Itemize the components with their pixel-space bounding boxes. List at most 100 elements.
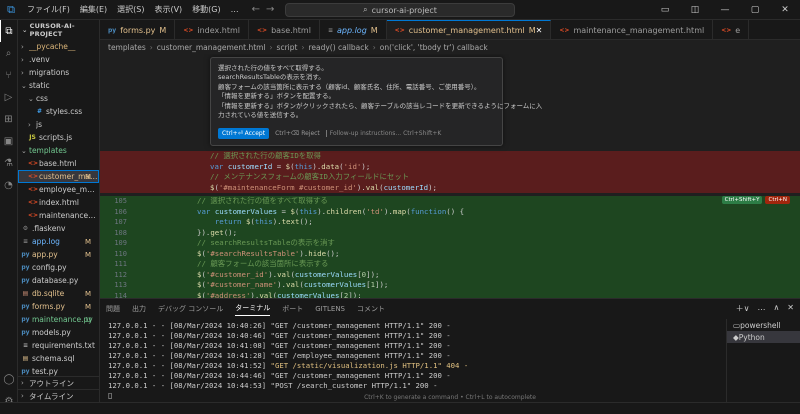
maximize-panel-icon[interactable]: ∧ (773, 303, 779, 314)
prompt-line: 選択された行の値をすべて取得する。 (218, 64, 328, 72)
explorer-icon[interactable]: ⧉ (0, 20, 17, 42)
panel-tab[interactable]: コメント (357, 304, 385, 314)
file-tree-item[interactable]: ≡ app.log M (18, 235, 99, 248)
breadcrumb-item[interactable]: templates (108, 43, 146, 52)
file-tree-item[interactable]: JS scripts.js (18, 131, 99, 144)
file-tree-item[interactable]: py app.py M (18, 248, 99, 261)
file-tree-item[interactable]: ⌄ templates (18, 144, 99, 157)
file-tree-item[interactable]: › __pycache__ (18, 40, 99, 53)
editor-tab[interactable]: <> base.html (249, 20, 320, 39)
account-icon[interactable]: ◯ (0, 368, 18, 390)
followup-input[interactable]: Follow-up instructions... Ctrl+Shift+K (325, 130, 441, 137)
code-line: 113 $('#customer_name').val(customerValue… (100, 280, 800, 291)
reject-button[interactable]: Ctrl+⌫ Reject (275, 130, 320, 137)
layout-icon[interactable]: ▭ (650, 0, 680, 20)
prompt-line: 「情報を更新する」ボタンがクリックされたら、顧客テーブルの該当レコードを更新でき… (218, 101, 543, 110)
editor-tab[interactable]: ≡ app.log M (320, 20, 387, 39)
file-tree-item[interactable]: ▤ schema.sql (18, 352, 99, 365)
file-tree-item[interactable]: ⚙ .flaskenv (18, 222, 99, 235)
file-tree-item[interactable]: <>maintenance_mana... (18, 209, 99, 222)
inline-chat-prompt[interactable]: 選択された行の値をすべて取得する。 searchResultsTableの表示を… (210, 57, 543, 146)
minimize-icon[interactable]: — (710, 0, 740, 20)
new-terminal-icon[interactable]: ＋∨ (736, 303, 750, 314)
breadcrumb: templates › customer_management.html › scrip… (100, 40, 800, 54)
html-file-icon: <> (28, 160, 39, 167)
file-tree-item[interactable]: <> base.html (18, 157, 99, 170)
html-file-icon: <> (394, 27, 405, 34)
command-center-search[interactable]: ⌕ cursor-ai-project (285, 3, 515, 17)
gitlens-icon[interactable]: ◔ (0, 174, 17, 196)
panel-tab[interactable]: ターミナル (235, 303, 271, 316)
editor-tab[interactable]: <> customer_management.html M ✕ (386, 20, 552, 39)
maximize-icon[interactable]: ▢ (740, 0, 770, 20)
outline-section[interactable]: › アウトライン (18, 376, 99, 389)
explorer-sidebar: ⌄ CURSOR-AI-PROJECT › __pycache__ › .venv › m… (18, 20, 100, 414)
panel-tab[interactable]: デバッグ コンソール (158, 304, 223, 314)
editor-tab[interactable]: <> maintenance_management.html (551, 20, 714, 39)
breadcrumb-item[interactable]: script (277, 43, 298, 52)
back-arrow-icon[interactable]: ← (252, 4, 260, 15)
breadcrumb-item[interactable]: customer_management.html (157, 43, 266, 52)
accept-button[interactable]: Ctrl+⏎ Accept (218, 128, 270, 139)
code-line: 110 $('#searchResultsTable').hide(); (100, 248, 800, 259)
breadcrumb-item[interactable]: on('click', 'tbody tr') callback (380, 43, 488, 52)
file-tree-item[interactable]: ⌄ css (18, 92, 99, 105)
code-editor[interactable]: // 選択された行の顧客IDを取得 var customerId = $(this… (100, 54, 800, 298)
editor-tab[interactable]: py forms.py M (100, 20, 176, 39)
terminal-instance[interactable]: ▭ powershell (727, 319, 800, 331)
py-file-icon: py (21, 277, 30, 284)
panel-tab[interactable]: 問題 (106, 304, 120, 314)
menu-file[interactable]: ファイル(F) (22, 4, 75, 15)
menu-more[interactable]: … (226, 5, 244, 14)
explorer-header[interactable]: ⌄ CURSOR-AI-PROJECT (18, 20, 99, 40)
file-tree-item[interactable]: › .venv (18, 53, 99, 66)
accept-diff-badge[interactable]: Ctrl+Shift+Y (721, 196, 763, 204)
file-tree-item[interactable]: py config.py (18, 261, 99, 274)
more-actions-icon[interactable]: … (757, 303, 765, 314)
reject-diff-badge[interactable]: Ctrl+N (765, 196, 790, 204)
menu-edit[interactable]: 編集(E) (75, 4, 112, 15)
file-tree-item[interactable]: ≡ requirements.txt (18, 339, 99, 352)
layout-icon-2[interactable]: ◫ (680, 0, 710, 20)
close-panel-icon[interactable]: ✕ (787, 303, 794, 314)
file-tree-item[interactable]: <> index.html (18, 196, 99, 209)
forward-arrow-icon[interactable]: → (266, 4, 274, 15)
menu-selection[interactable]: 選択(S) (112, 4, 149, 15)
close-icon[interactable]: ✕ (770, 0, 800, 20)
py-file-icon: py (21, 303, 30, 310)
file-tree-item[interactable]: ⌄ static (18, 79, 99, 92)
panel-tab[interactable]: GITLENS (315, 305, 345, 313)
close-tab-icon[interactable]: ✕ (536, 26, 543, 35)
menu-view[interactable]: 表示(V) (149, 4, 187, 15)
panel-tab[interactable]: 出力 (132, 304, 146, 314)
file-tree-item[interactable]: py maintenance.py U (18, 313, 99, 326)
search-view-icon[interactable]: ⌕ (0, 42, 17, 64)
extensions-icon[interactable]: ⊞ (0, 108, 17, 130)
tab-modified-badge: M (370, 25, 378, 35)
editor-tab[interactable]: <> index.html (175, 20, 250, 39)
file-tree-item[interactable]: › js (18, 118, 99, 131)
file-tree: › __pycache__ › .venv › migrations ⌄ static ⌄ css… (18, 40, 99, 378)
source-control-icon[interactable]: ⑂ (0, 64, 17, 86)
file-tree-item[interactable]: # styles.css (18, 105, 99, 118)
run-debug-icon[interactable]: ▷ (0, 86, 17, 108)
editor-tab[interactable]: <> e (713, 20, 750, 39)
file-tree-item[interactable]: ▤ db.sqlite M (18, 287, 99, 300)
terminal-list: ▭ powershell ◆ Python (726, 319, 800, 403)
menu-go[interactable]: 移動(G) (187, 4, 225, 15)
panel-tab[interactable]: ポート (282, 304, 303, 314)
breadcrumb-item[interactable]: ready() callback (308, 43, 368, 52)
remote-explorer-icon[interactable]: ▣ (0, 130, 17, 152)
file-tree-item[interactable]: py models.py (18, 326, 99, 339)
file-tree-item[interactable]: py database.py (18, 274, 99, 287)
terminal-output[interactable]: 127.0.0.1 - - [08/Mar/2024 10:40:26] "GE… (108, 321, 718, 401)
file-tree-item[interactable]: › migrations (18, 66, 99, 79)
code-line: 105 // 選択された行の値をすべて取得する (100, 196, 800, 207)
line-number: 106 (114, 207, 127, 216)
terminal-instance[interactable]: ◆ Python (727, 331, 800, 343)
testing-icon[interactable]: ⚗ (0, 152, 17, 174)
file-tree-item[interactable]: py forms.py M (18, 300, 99, 313)
timeline-section[interactable]: › タイムライン (18, 389, 99, 402)
file-tree-item[interactable]: <>employee_manage... (18, 183, 99, 196)
file-tree-item[interactable]: <> customer_man... M (18, 170, 99, 183)
